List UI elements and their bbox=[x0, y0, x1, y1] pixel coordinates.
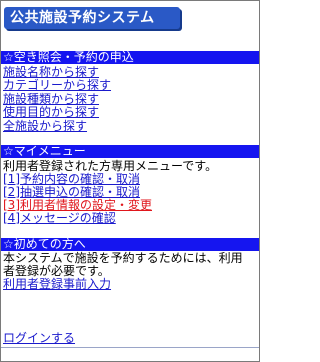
login-link[interactable]: ログインする bbox=[3, 332, 75, 345]
section-heading-search: ☆空き照会・予約の申込 bbox=[1, 51, 259, 64]
section-heading-first-time: ☆初めての方へ bbox=[1, 238, 259, 251]
link-search-by-category[interactable]: カテゴリーから探す bbox=[3, 79, 111, 92]
site-logo: 公共施設予約システム bbox=[4, 7, 180, 29]
link-search-by-purpose[interactable]: 使用目的から探す bbox=[3, 106, 99, 119]
link-message-confirm[interactable]: [4]メッセージの確認 bbox=[3, 212, 116, 225]
link-search-all-facilities[interactable]: 全施設から探す bbox=[3, 120, 87, 133]
section-heading-mymenu: ☆マイメニュー bbox=[1, 145, 259, 158]
link-user-pre-registration[interactable]: 利用者登録事前入力 bbox=[3, 278, 111, 291]
page-frame: 公共施設予約システム ☆空き照会・予約の申込 施設名称から探す カテゴリーから探… bbox=[0, 0, 260, 362]
footer-divider bbox=[1, 347, 259, 348]
header: 公共施設予約システム bbox=[1, 1, 259, 33]
site-title: 公共施設予約システム bbox=[10, 10, 155, 26]
